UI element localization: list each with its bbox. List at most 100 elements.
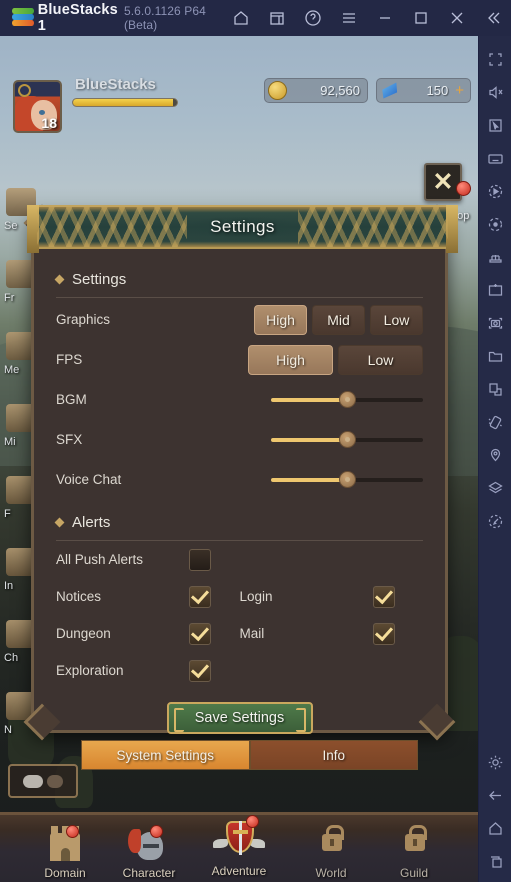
graphics-option-low[interactable]: Low xyxy=(370,304,423,335)
add-gems-icon[interactable]: + xyxy=(455,82,470,99)
nav-badge-character xyxy=(150,825,163,838)
avatar-class-emblem-icon xyxy=(18,84,31,97)
gold-amount: 92,560 xyxy=(320,83,360,98)
recents-icon[interactable] xyxy=(479,845,511,878)
banner-ornament xyxy=(37,207,187,247)
row-graphics: Graphics High Mid Low xyxy=(56,301,423,338)
save-settings-button[interactable]: Save Settings xyxy=(166,702,313,734)
graphics-option-mid[interactable]: Mid xyxy=(312,304,365,335)
back-arrow-icon[interactable] xyxy=(479,779,511,812)
collapse-icon[interactable] xyxy=(475,0,511,36)
app-title: BlueStacks 1 xyxy=(37,2,118,34)
player-level: 18 xyxy=(41,115,57,131)
titlebar-icon-group xyxy=(223,0,511,36)
nav-item-guild[interactable]: Guild xyxy=(370,825,458,880)
voice-chat-slider[interactable] xyxy=(271,471,423,489)
media-folder-icon[interactable] xyxy=(479,340,511,373)
alert-row-all-push: All Push Alerts xyxy=(56,541,423,578)
home-icon[interactable] xyxy=(223,0,259,36)
minimize-icon[interactable] xyxy=(367,0,403,36)
help-icon[interactable] xyxy=(295,0,331,36)
close-dialog-button[interactable]: ✕ xyxy=(424,163,462,201)
nav-label-character: Character xyxy=(122,866,176,880)
nav-item-world[interactable]: World xyxy=(287,825,375,880)
all-push-alerts-checkbox[interactable] xyxy=(189,548,211,571)
section-title: Alerts xyxy=(72,514,111,531)
menu-icon[interactable] xyxy=(331,0,367,36)
diamond-bullet-icon xyxy=(54,517,65,528)
exploration-checkbox[interactable] xyxy=(189,659,211,682)
close-icon[interactable] xyxy=(439,0,475,36)
chat-bubble-icon xyxy=(47,774,63,788)
multi-instance-icon[interactable] xyxy=(259,0,295,36)
section-header-alerts: Alerts xyxy=(54,514,423,531)
tab-system-settings[interactable]: System Settings xyxy=(81,740,250,770)
mail-checkbox[interactable] xyxy=(372,622,395,645)
slider-knob[interactable] xyxy=(339,391,356,408)
slider-fill xyxy=(271,437,347,442)
settings-gear-icon[interactable] xyxy=(479,746,511,779)
notices-checkbox[interactable] xyxy=(189,585,211,608)
location-icon[interactable] xyxy=(479,439,511,472)
copy-paste-icon[interactable] xyxy=(479,373,511,406)
cursor-icon[interactable] xyxy=(479,109,511,142)
fullscreen-icon[interactable] xyxy=(479,43,511,76)
nav-label-world: World xyxy=(315,866,347,880)
multi-instance-manager-icon[interactable] xyxy=(479,241,511,274)
gold-currency-display[interactable]: 92,560 xyxy=(264,78,368,103)
home-icon[interactable] xyxy=(479,812,511,845)
dialog-title-banner: Settings xyxy=(27,205,458,253)
nav-item-character[interactable]: Character xyxy=(105,825,193,880)
left-menu-label: Se xyxy=(4,220,18,232)
sidebar-bottom-group xyxy=(479,746,511,878)
left-menu-label: In xyxy=(4,580,14,592)
slider-fill xyxy=(271,397,347,402)
section-title: Settings xyxy=(72,271,127,288)
left-menu-label: Mi xyxy=(4,436,16,448)
chat-widget[interactable] xyxy=(8,764,78,798)
save-button-wrap: Save Settings xyxy=(56,702,423,734)
slider-knob[interactable] xyxy=(339,471,356,488)
chat-bubble-icon xyxy=(23,774,43,788)
mute-icon[interactable] xyxy=(479,76,511,109)
bluestacks-title-bar: BlueStacks 1 5.6.0.1126 P64 (Beta) xyxy=(0,0,511,36)
gem-icon xyxy=(382,82,398,99)
keyboard-controls-icon[interactable] xyxy=(479,142,511,175)
fps-option-low[interactable]: Low xyxy=(338,344,423,375)
lock-icon xyxy=(309,825,353,865)
row-sfx: SFX xyxy=(56,421,423,458)
sfx-slider[interactable] xyxy=(271,431,423,449)
fps-option-high[interactable]: High xyxy=(248,344,333,375)
section-divider xyxy=(56,297,423,298)
macro-record-icon[interactable] xyxy=(479,175,511,208)
tab-info[interactable]: Info xyxy=(249,740,418,770)
section-header-settings: Settings xyxy=(54,271,423,288)
eco-mode-icon[interactable] xyxy=(479,505,511,538)
graphics-segmented-control: High Mid Low xyxy=(254,304,423,335)
login-label: Login xyxy=(239,589,273,604)
dungeon-checkbox[interactable] xyxy=(189,622,211,645)
helmet-icon xyxy=(127,825,171,865)
alert-row-notices-login: Notices Login xyxy=(56,578,423,615)
maximize-icon[interactable] xyxy=(403,0,439,36)
nav-label-domain: Domain xyxy=(44,866,86,880)
gem-currency-display[interactable]: 150 + xyxy=(376,78,471,103)
nav-item-domain[interactable]: Domain xyxy=(21,825,109,880)
layers-icon[interactable] xyxy=(479,472,511,505)
mail-label: Mail xyxy=(239,626,265,641)
row-bgm: BGM xyxy=(56,381,423,418)
shake-icon[interactable] xyxy=(479,406,511,439)
graphics-option-high[interactable]: High xyxy=(254,304,307,335)
screenshot-icon[interactable] xyxy=(479,307,511,340)
banner-ornament xyxy=(298,207,448,247)
login-checkbox[interactable] xyxy=(372,585,395,608)
install-apk-icon[interactable] xyxy=(479,274,511,307)
shield-sword-icon xyxy=(213,815,265,863)
bgm-slider[interactable] xyxy=(271,391,423,409)
player-avatar[interactable]: 18 xyxy=(13,80,62,133)
slider-knob[interactable] xyxy=(339,431,356,448)
nav-item-adventure[interactable]: Adventure xyxy=(195,815,283,878)
notices-label: Notices xyxy=(56,589,102,604)
gold-coin-icon xyxy=(268,81,287,100)
rotate-icon[interactable] xyxy=(479,208,511,241)
